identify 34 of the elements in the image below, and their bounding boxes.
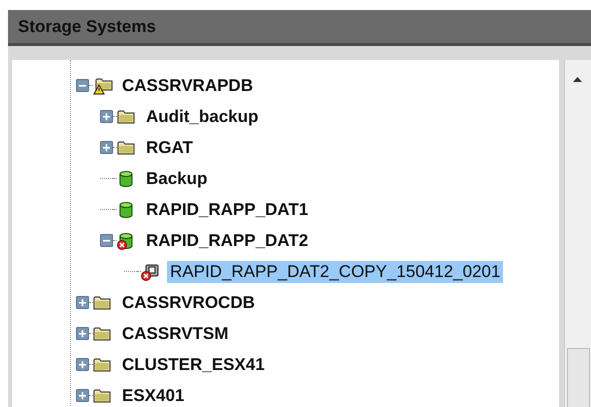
folder-warning-icon bbox=[93, 76, 113, 94]
folder-icon bbox=[117, 140, 135, 155]
folder-icon bbox=[93, 326, 111, 341]
database-icon bbox=[117, 200, 135, 218]
folder-icon bbox=[93, 357, 111, 372]
tree-item[interactable]: CASSRVROCDB bbox=[119, 292, 258, 314]
tree-item[interactable]: CLUSTER_ESX41 bbox=[119, 354, 268, 376]
expander-icon[interactable] bbox=[76, 358, 89, 371]
expander-icon[interactable] bbox=[76, 296, 89, 309]
scrollbar[interactable] bbox=[564, 60, 591, 407]
scrollbar-thumb[interactable] bbox=[567, 348, 590, 407]
tree-item[interactable]: RAPID_RAPP_DAT2_COPY_150412_0201 bbox=[167, 260, 504, 282]
tree-item[interactable]: CASSRVRAPDB bbox=[119, 74, 256, 96]
database-icon bbox=[117, 170, 135, 188]
tree-item[interactable]: ESX401 bbox=[119, 384, 188, 406]
tree-item[interactable]: RGAT bbox=[143, 136, 196, 158]
folder-icon bbox=[117, 109, 135, 124]
folder-icon bbox=[93, 388, 111, 403]
folder-icon bbox=[93, 295, 111, 310]
expander-icon[interactable] bbox=[100, 141, 113, 154]
scroll-up-icon[interactable] bbox=[573, 77, 582, 82]
tree-item[interactable]: Backup bbox=[143, 168, 210, 190]
expander-icon[interactable] bbox=[76, 327, 89, 340]
database-error-icon bbox=[117, 232, 135, 250]
expander-icon[interactable] bbox=[76, 389, 89, 402]
tree-item[interactable]: RAPID_RAPP_DAT2 bbox=[143, 230, 312, 252]
tree-item[interactable]: Audit_backup bbox=[143, 106, 262, 128]
expander-icon[interactable] bbox=[76, 79, 89, 92]
panel-title: Storage Systems bbox=[18, 16, 156, 36]
expander-icon[interactable] bbox=[100, 234, 113, 247]
tree-item[interactable]: RAPID_RAPP_DAT1 bbox=[143, 198, 312, 220]
snapshot-error-icon bbox=[141, 262, 159, 280]
expander-icon[interactable] bbox=[100, 110, 113, 123]
tree-item[interactable]: CASSRVTSM bbox=[119, 322, 232, 344]
